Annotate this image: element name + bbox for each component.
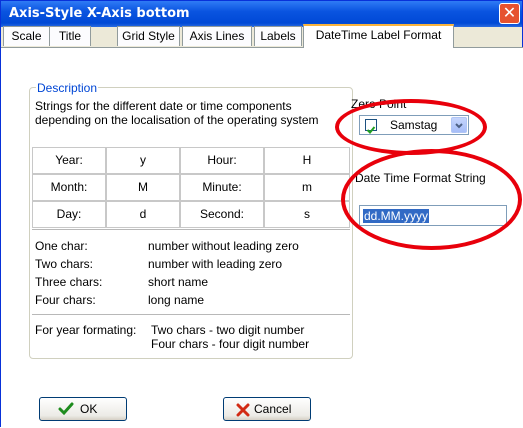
tab-title[interactable]: Title xyxy=(49,26,91,46)
rule-key: One char: xyxy=(35,239,88,253)
tab-labels[interactable]: Labels xyxy=(254,26,302,46)
tab-axis-lines[interactable]: Axis Lines xyxy=(182,26,252,46)
description-legend: Description xyxy=(36,81,99,95)
table-cell: Month: xyxy=(32,174,106,201)
description-line-1: Strings for the different date or time c… xyxy=(35,99,292,113)
rule-value: number without leading zero xyxy=(148,239,299,253)
separator xyxy=(32,314,350,315)
rule-value: long name xyxy=(148,293,205,307)
window-title: Axis-Style X-Axis bottom xyxy=(9,6,190,21)
rule-key: Four chars: xyxy=(35,293,96,307)
highlight-ring-zero-point xyxy=(335,99,487,155)
year-format-line-1: Two chars - two digit number xyxy=(151,323,305,337)
table-cell: H xyxy=(264,147,350,174)
tab-grid-style[interactable]: Grid Style xyxy=(117,26,180,46)
rule-value: short name xyxy=(148,275,209,289)
rule-key: Three chars: xyxy=(35,275,103,289)
rule-value: number with leading zero xyxy=(148,257,283,271)
cancel-button[interactable]: Cancel xyxy=(223,397,311,421)
rule-key: Two chars: xyxy=(35,257,94,271)
ok-button[interactable]: OK xyxy=(39,397,127,421)
table-cell: y xyxy=(106,147,180,174)
tab-datetime-label-format[interactable]: DateTime Label Format xyxy=(303,24,454,48)
table-cell: s xyxy=(264,201,350,228)
close-icon: ✕ xyxy=(502,3,517,22)
ok-label: OK xyxy=(80,402,98,416)
year-format-line-2: Four chars - four digit number xyxy=(151,337,310,351)
close-button[interactable]: ✕ xyxy=(499,3,520,24)
table-cell: Minute: xyxy=(180,174,264,201)
cancel-label: Cancel xyxy=(254,402,292,416)
dialog-window: Axis-Style X-Axis bottom ✕ Scale Title G… xyxy=(0,0,523,428)
highlight-ring-format-string xyxy=(341,149,522,250)
checkmark-icon xyxy=(58,402,74,416)
table-cell: Second: xyxy=(180,201,264,228)
table-cell: Year: xyxy=(32,147,106,174)
table-cell: d xyxy=(106,201,180,228)
table-cell: Hour: xyxy=(180,147,264,174)
year-format-label: For year formating: xyxy=(35,323,137,337)
table-cell: Day: xyxy=(32,201,106,228)
tab-scale[interactable]: Scale xyxy=(3,26,50,46)
table-cell: M xyxy=(106,174,180,201)
description-line-2: depending on the localisation of the ope… xyxy=(35,113,319,127)
table-cell: m xyxy=(264,174,350,201)
separator xyxy=(32,229,350,230)
cross-icon xyxy=(236,403,250,417)
